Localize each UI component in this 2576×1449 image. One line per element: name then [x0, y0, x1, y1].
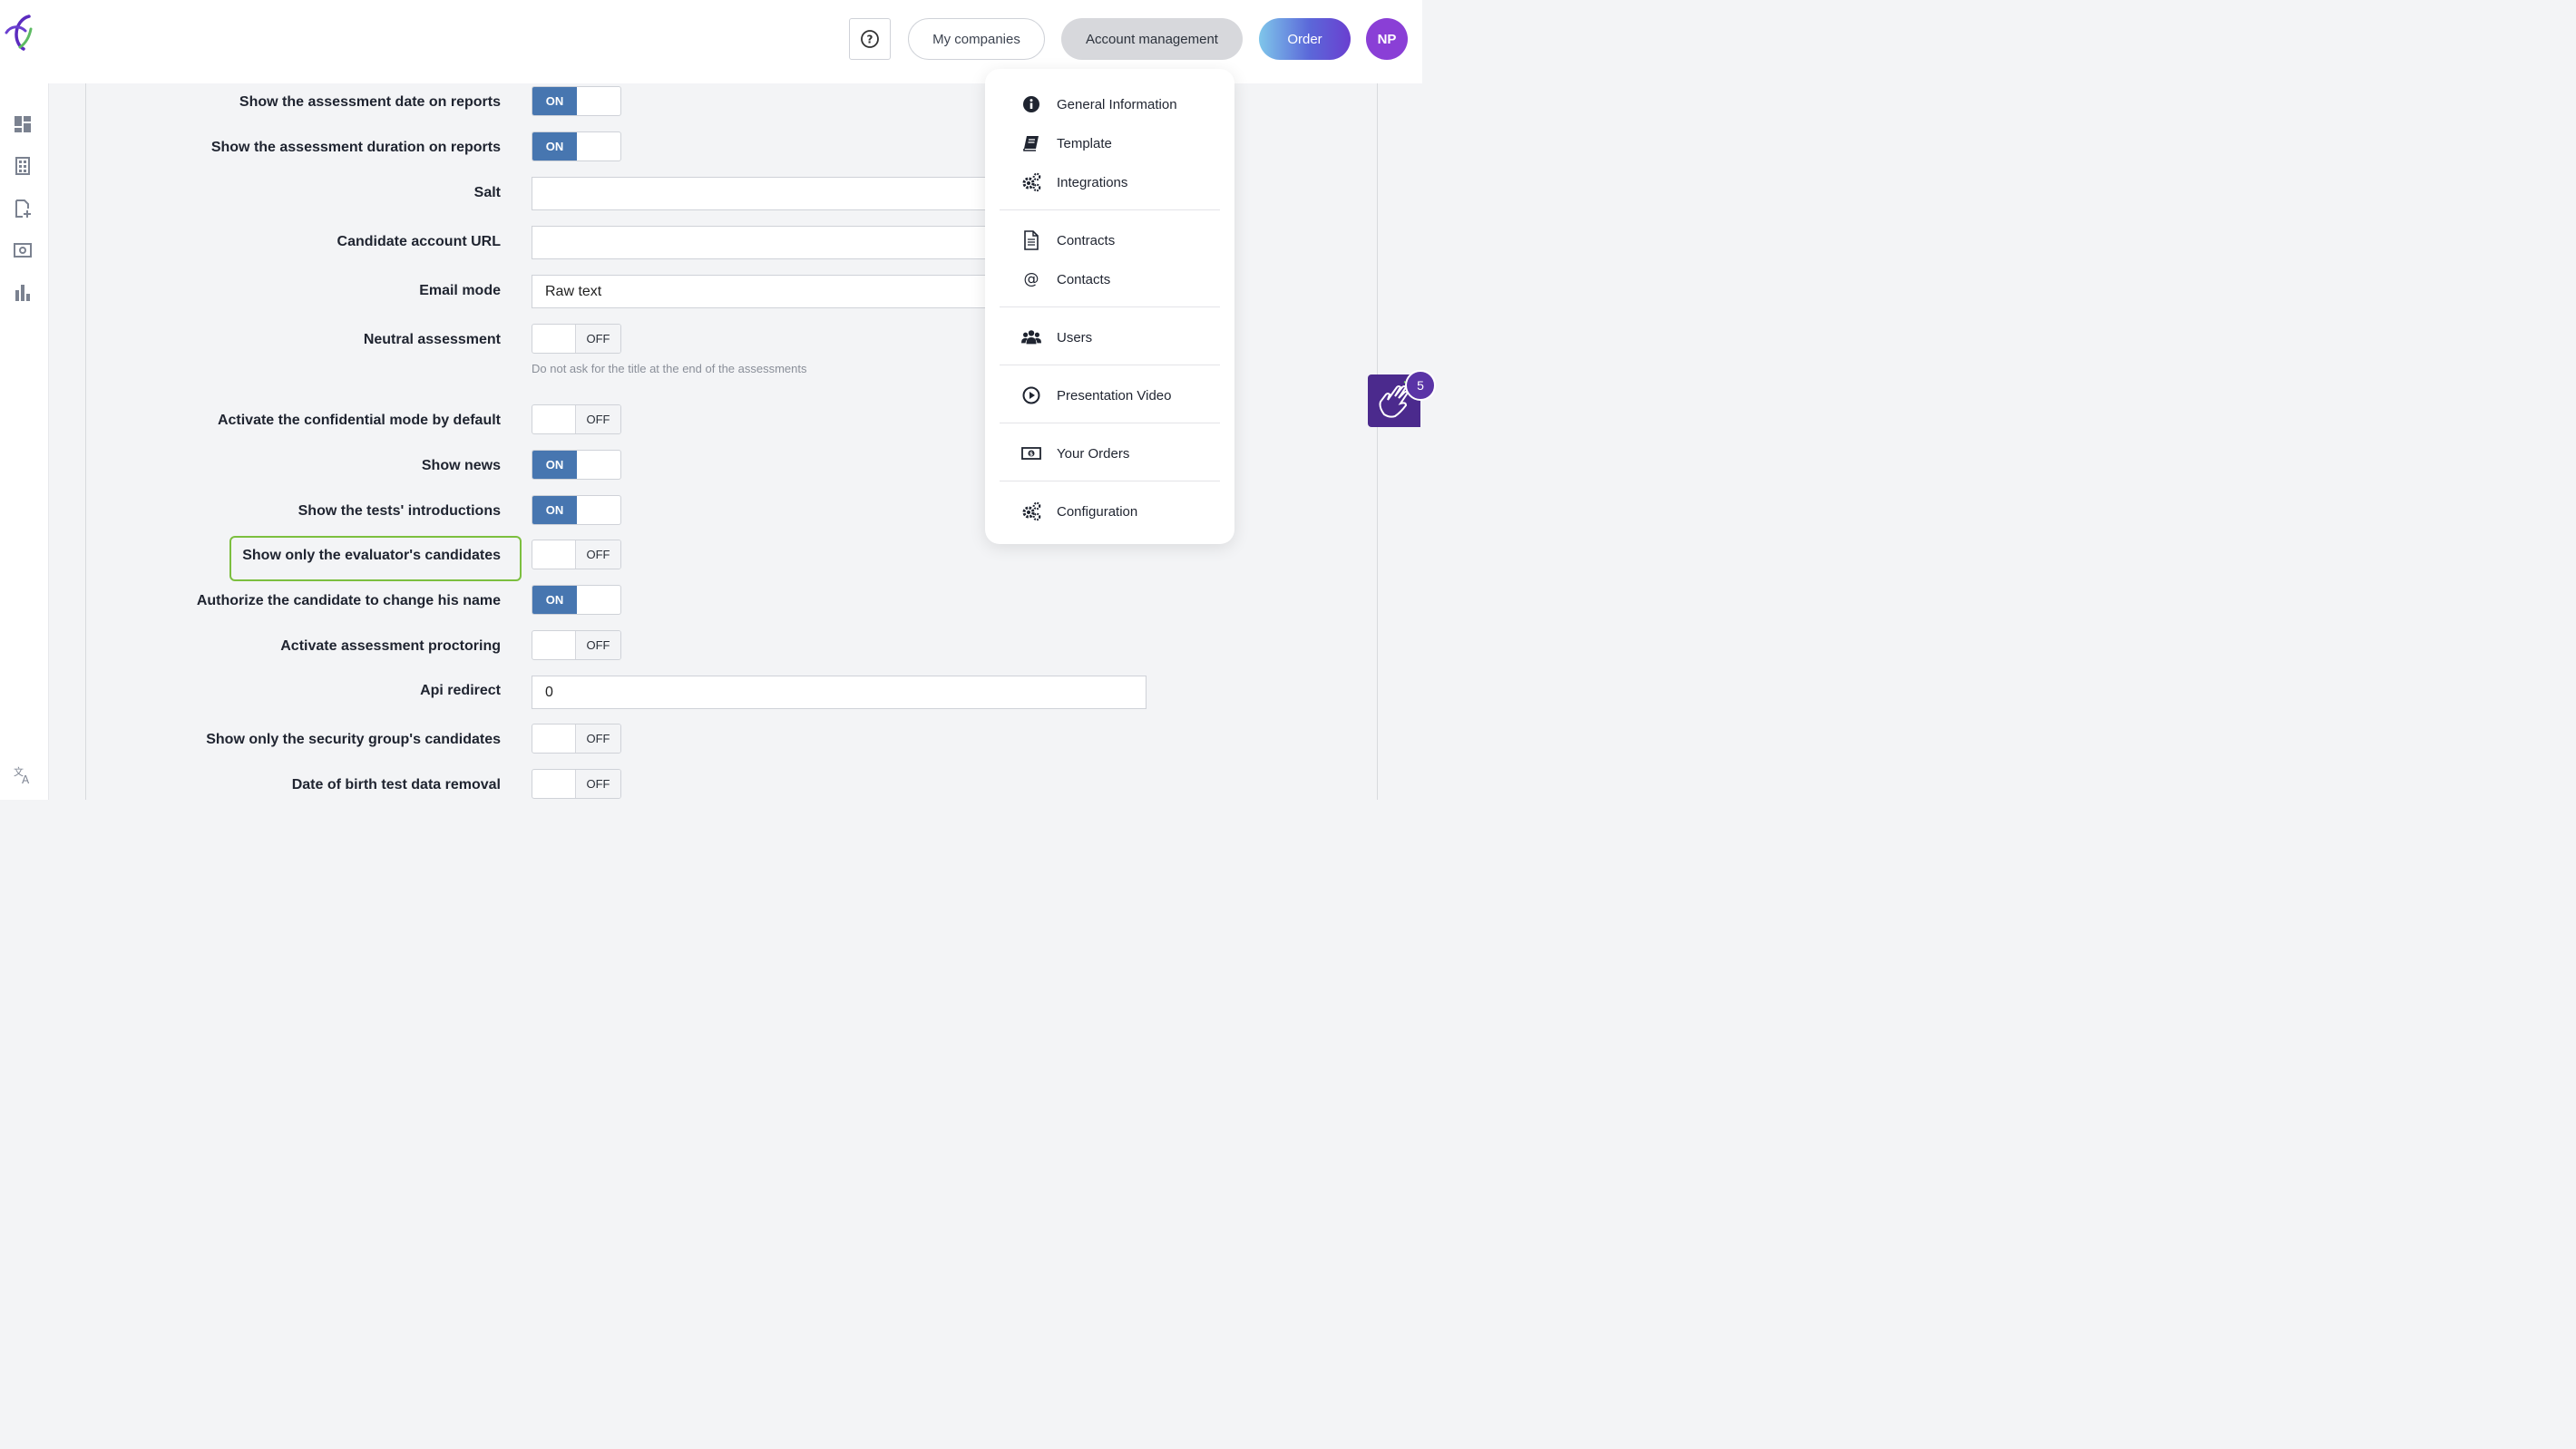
- setting-label: Activate assessment proctoring: [280, 638, 501, 654]
- question-circle-icon: ?: [861, 30, 879, 48]
- notification-badge: 5: [1405, 370, 1436, 401]
- toggle-state: ON: [532, 496, 577, 524]
- setting-label: Show the assessment duration on reports: [210, 140, 501, 155]
- toggle-state: ON: [532, 87, 577, 115]
- menu-item-label: Presentation Video: [1057, 387, 1172, 404]
- menu-item-label: Users: [1057, 329, 1093, 345]
- help-button[interactable]: ?: [849, 18, 891, 60]
- setting-label: Show news: [421, 458, 501, 473]
- play-circle-icon: [1021, 385, 1041, 405]
- my-companies-button[interactable]: My companies: [908, 18, 1045, 60]
- toggle-state: ON: [532, 451, 577, 479]
- menu-item-your-orders[interactable]: $ Your Orders: [1021, 442, 1129, 464]
- account-management-button[interactable]: Account management: [1061, 18, 1243, 60]
- sidebar: 文 A: [0, 0, 49, 800]
- menu-item-general-information[interactable]: General Information: [1021, 93, 1177, 115]
- menu-item-label: Your Orders: [1057, 445, 1130, 462]
- avatar[interactable]: NP: [1366, 18, 1408, 60]
- toggle-state: OFF: [575, 724, 620, 753]
- building-icon[interactable]: [13, 156, 33, 176]
- menu-item-label: Contracts: [1057, 232, 1116, 248]
- confidential-mode-toggle[interactable]: OFF: [532, 404, 621, 434]
- setting-label: Neutral assessment: [363, 332, 501, 347]
- setting-label: Authorize the candidate to change his na…: [196, 593, 501, 608]
- menu-item-users[interactable]: Users: [1021, 326, 1092, 348]
- info-icon: [1021, 94, 1041, 114]
- menu-item-label: Contacts: [1057, 271, 1111, 287]
- show-news-toggle[interactable]: ON: [532, 450, 621, 480]
- security-group-toggle[interactable]: OFF: [532, 724, 621, 754]
- email-mode-select[interactable]: Raw text: [532, 275, 1003, 308]
- dob-removal-toggle[interactable]: OFF: [532, 769, 621, 799]
- bar-chart-icon[interactable]: [13, 283, 33, 303]
- assessment-date-toggle[interactable]: ON: [532, 86, 621, 116]
- menu-item-label: Configuration: [1057, 503, 1138, 520]
- toggle-state: OFF: [575, 540, 620, 569]
- assessment-duration-toggle[interactable]: ON: [532, 131, 621, 161]
- screen-icon[interactable]: [13, 240, 33, 260]
- evaluator-candidates-toggle[interactable]: OFF: [532, 540, 621, 569]
- neutral-assessment-hint: Do not ask for the title at the end of t…: [532, 362, 807, 375]
- proctoring-toggle[interactable]: OFF: [532, 630, 621, 660]
- toggle-state: OFF: [575, 770, 620, 798]
- menu-item-configuration[interactable]: Configuration: [1021, 501, 1137, 522]
- setting-label: Date of birth test data removal: [291, 777, 501, 793]
- svg-text:A: A: [22, 773, 30, 784]
- setting-label: Activate the confidential mode by defaul…: [217, 413, 501, 428]
- app-logo[interactable]: [4, 13, 34, 53]
- toggle-state: ON: [532, 132, 577, 160]
- neutral-assessment-toggle[interactable]: OFF: [532, 324, 621, 354]
- setting-label: Show the assessment date on reports: [239, 94, 501, 110]
- setting-label: Show only the security group's candidate…: [206, 732, 501, 747]
- setting-label: Salt: [473, 185, 501, 200]
- at-sign-icon: @: [1021, 269, 1041, 289]
- menu-divider: [1000, 209, 1220, 210]
- order-button[interactable]: Order: [1259, 18, 1351, 60]
- toggle-state: ON: [532, 586, 577, 614]
- change-name-toggle[interactable]: ON: [532, 585, 621, 615]
- menu-divider: [1000, 306, 1220, 307]
- candidate-url-input[interactable]: [532, 226, 1003, 259]
- menu-item-template[interactable]: Template: [1021, 132, 1112, 154]
- menu-item-label: General Information: [1057, 96, 1177, 112]
- gears-icon: [1021, 172, 1041, 192]
- svg-text:@: @: [1024, 270, 1039, 288]
- add-file-icon[interactable]: [13, 199, 33, 219]
- toggle-state: OFF: [575, 631, 620, 659]
- svg-text:?: ?: [867, 34, 873, 46]
- setting-label: Api redirect: [420, 683, 501, 698]
- tests-intro-toggle[interactable]: ON: [532, 495, 621, 525]
- menu-item-label: Template: [1057, 135, 1112, 151]
- toggle-state: OFF: [575, 325, 620, 353]
- setting-label: Candidate account URL: [337, 234, 501, 249]
- api-redirect-input[interactable]: 0: [532, 676, 1147, 709]
- money-bill-icon: $: [1021, 443, 1041, 463]
- translate-icon[interactable]: 文 A: [13, 764, 33, 784]
- users-icon: [1021, 327, 1041, 347]
- menu-item-integrations[interactable]: Integrations: [1021, 171, 1127, 193]
- account-management-menu: General Information Template Integration…: [985, 69, 1234, 544]
- document-icon: [1021, 230, 1041, 250]
- menu-item-contracts[interactable]: Contracts: [1021, 229, 1115, 251]
- setting-label: Show only the evaluator's candidates: [242, 548, 501, 563]
- salt-input[interactable]: [532, 177, 1003, 210]
- menu-item-contacts[interactable]: @ Contacts: [1021, 268, 1111, 290]
- setting-label: Email mode: [419, 283, 501, 298]
- dashboard-icon[interactable]: [13, 114, 33, 134]
- menu-item-label: Integrations: [1057, 174, 1128, 190]
- toggle-state: OFF: [575, 405, 620, 433]
- setting-label: Show the tests' introductions: [298, 503, 501, 519]
- gears-icon: [1021, 501, 1041, 521]
- svg-text:$: $: [1029, 452, 1033, 458]
- book-icon: [1021, 133, 1041, 153]
- menu-item-presentation-video[interactable]: Presentation Video: [1021, 384, 1171, 406]
